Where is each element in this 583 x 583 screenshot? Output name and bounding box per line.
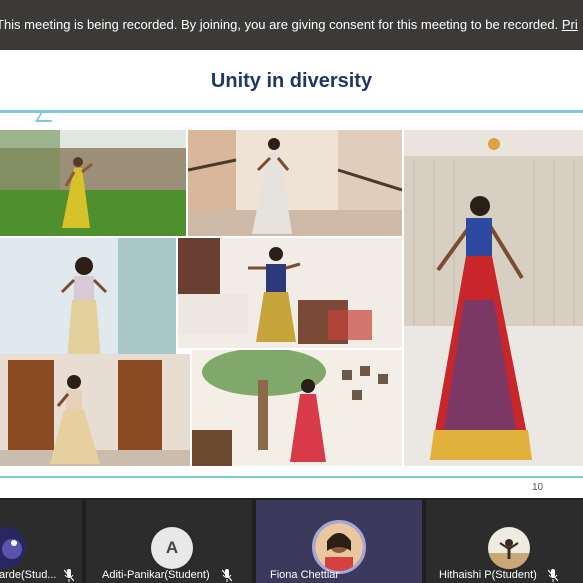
participant-name: arde(Stud... xyxy=(0,569,57,581)
participant-name-row: arde(Stud... xyxy=(0,569,82,583)
participant-name: Fiona Chettiar xyxy=(270,569,340,581)
shared-slide: Unity in diversity 10 xyxy=(0,50,583,498)
participant-name-row: Fiona Chettiar xyxy=(256,569,422,583)
photo-dancer-doorway xyxy=(0,354,190,466)
title-divider-notch xyxy=(35,112,57,122)
participant-name-row: Hithaishi P(Student) xyxy=(426,569,583,583)
participant-name: Aditi-Panikar(Student) xyxy=(102,569,210,581)
photo-dancer-ghagra xyxy=(404,130,583,466)
participant-strip: arde(Stud... A Aditi-Panikar(Student) Fi… xyxy=(0,498,583,583)
recording-notice-text: This meeting is being recorded. By joini… xyxy=(0,17,559,32)
participant-tile-speaking[interactable]: Fiona Chettiar xyxy=(256,500,422,583)
avatar xyxy=(312,520,366,574)
participant-name-row: Aditi-Panikar(Student) xyxy=(86,569,252,583)
photo-dancer-mural xyxy=(192,350,402,466)
slide-title: Unity in diversity xyxy=(210,70,373,92)
photo-dancer-livingroom xyxy=(178,238,402,348)
avatar xyxy=(488,527,530,569)
title-divider xyxy=(0,110,583,113)
avatar xyxy=(0,527,26,569)
participant-tile[interactable]: Hithaishi P(Student) xyxy=(426,500,583,583)
muted-mic-icon xyxy=(64,569,74,582)
recording-banner: This meeting is being recorded. By joini… xyxy=(0,0,583,50)
participant-name: Hithaishi P(Student) xyxy=(439,569,537,581)
muted-mic-icon xyxy=(222,569,232,582)
photo-dancer-garden xyxy=(0,130,186,236)
slide-footer-divider xyxy=(0,476,583,478)
avatar: A xyxy=(151,527,193,569)
photo-dancer-hallway xyxy=(188,130,402,236)
slide-page-number: 10 xyxy=(532,482,544,493)
muted-mic-icon xyxy=(548,569,558,582)
participant-tile[interactable]: A Aditi-Panikar(Student) xyxy=(86,500,252,583)
privacy-link[interactable]: Pri xyxy=(562,17,578,32)
participant-tile[interactable]: arde(Stud... xyxy=(0,500,82,583)
